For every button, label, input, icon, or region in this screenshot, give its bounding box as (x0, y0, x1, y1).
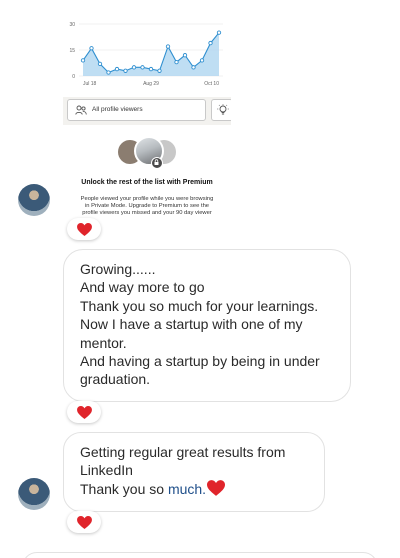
tip-button[interactable] (211, 99, 231, 121)
message-bubble[interactable]: Growing...... And way more to go Thank y… (63, 249, 351, 402)
chart-point (80, 58, 86, 63)
x-tick-label: Aug 29 (143, 81, 159, 87)
message-line: Growing...... (80, 261, 156, 277)
all-profile-viewers-label: All profile viewers (92, 106, 143, 113)
profile-views-chart: 0 15 30 Jul 18 Aug 29 Oct 10 (69, 22, 223, 87)
sender-avatar[interactable] (18, 478, 50, 510)
chart-point (174, 59, 179, 65)
message-line: Thank you so much. (80, 479, 308, 498)
heart-reaction[interactable] (67, 218, 101, 240)
premium-title: Unlock the rest of the list with Premium (81, 179, 213, 186)
chart-point (216, 30, 222, 35)
premium-description-line: in Private Mode. Upgrade to Premium to s… (84, 203, 210, 210)
chart-point (131, 65, 137, 70)
heart-icon (76, 222, 92, 236)
y-tick-label: 30 (69, 22, 75, 28)
premium-description-line: profile viewers you missed and your 90 d… (82, 210, 212, 217)
all-profile-viewers-button[interactable]: All profile viewers (67, 99, 206, 121)
people-icon (75, 105, 87, 115)
message-text: Thank you so (80, 480, 168, 497)
chart-point (106, 70, 111, 75)
shared-screenshot-card[interactable]: 0 15 30 Jul 18 Aug 29 Oct 10 All profile vie… (63, 0, 231, 125)
heart-icon (76, 405, 92, 419)
chart-point (89, 46, 94, 51)
premium-description-line: People viewed your profile while you wer… (80, 196, 214, 202)
message-line: mentor. (80, 334, 127, 351)
chart-point (165, 44, 171, 49)
chart-point (123, 68, 128, 73)
message-line: LinkedIn (80, 462, 133, 479)
sender-avatar[interactable] (18, 184, 50, 216)
message-bubble[interactable]: Getting regular great results from Linke… (63, 432, 325, 512)
message-line: Getting regular great results from (80, 444, 286, 460)
heart-icon (76, 515, 92, 529)
chart-point (182, 53, 188, 58)
heart-emoji-icon (207, 479, 226, 496)
y-tick-label: 0 (72, 74, 75, 80)
lightbulb-icon (217, 104, 229, 115)
message-line: And way more to go (80, 279, 205, 296)
chart-point (199, 58, 205, 63)
chart-point (97, 61, 103, 67)
viewer-actions-bar: All profile viewers (63, 97, 231, 125)
chart-point (148, 66, 154, 72)
message-link[interactable]: much. (168, 481, 206, 497)
x-tick-label: Oct 10 (204, 81, 219, 87)
y-tick-label: 15 (69, 48, 75, 54)
heart-reaction[interactable] (67, 511, 101, 533)
x-tick-label: Jul 18 (83, 81, 97, 87)
lock-icon (151, 157, 163, 169)
chart-point (157, 68, 162, 73)
message-line: Now I have a startup with one of my (80, 316, 303, 333)
heart-reaction[interactable] (67, 401, 101, 423)
chart-point (208, 40, 213, 46)
premium-prompt-media[interactable]: Unlock the rest of the list with Premium… (63, 130, 231, 218)
chart-point (114, 66, 120, 72)
chart-point (191, 65, 196, 70)
message-line: Thank you so much for your learnings. (80, 297, 319, 314)
message-line: graduation. (80, 371, 151, 388)
chart-point (140, 65, 145, 70)
message-line: And having a startup by being in under (80, 353, 320, 370)
premium-description: People viewed your profile while you wer… (71, 196, 223, 218)
message-composer[interactable] (22, 552, 378, 558)
